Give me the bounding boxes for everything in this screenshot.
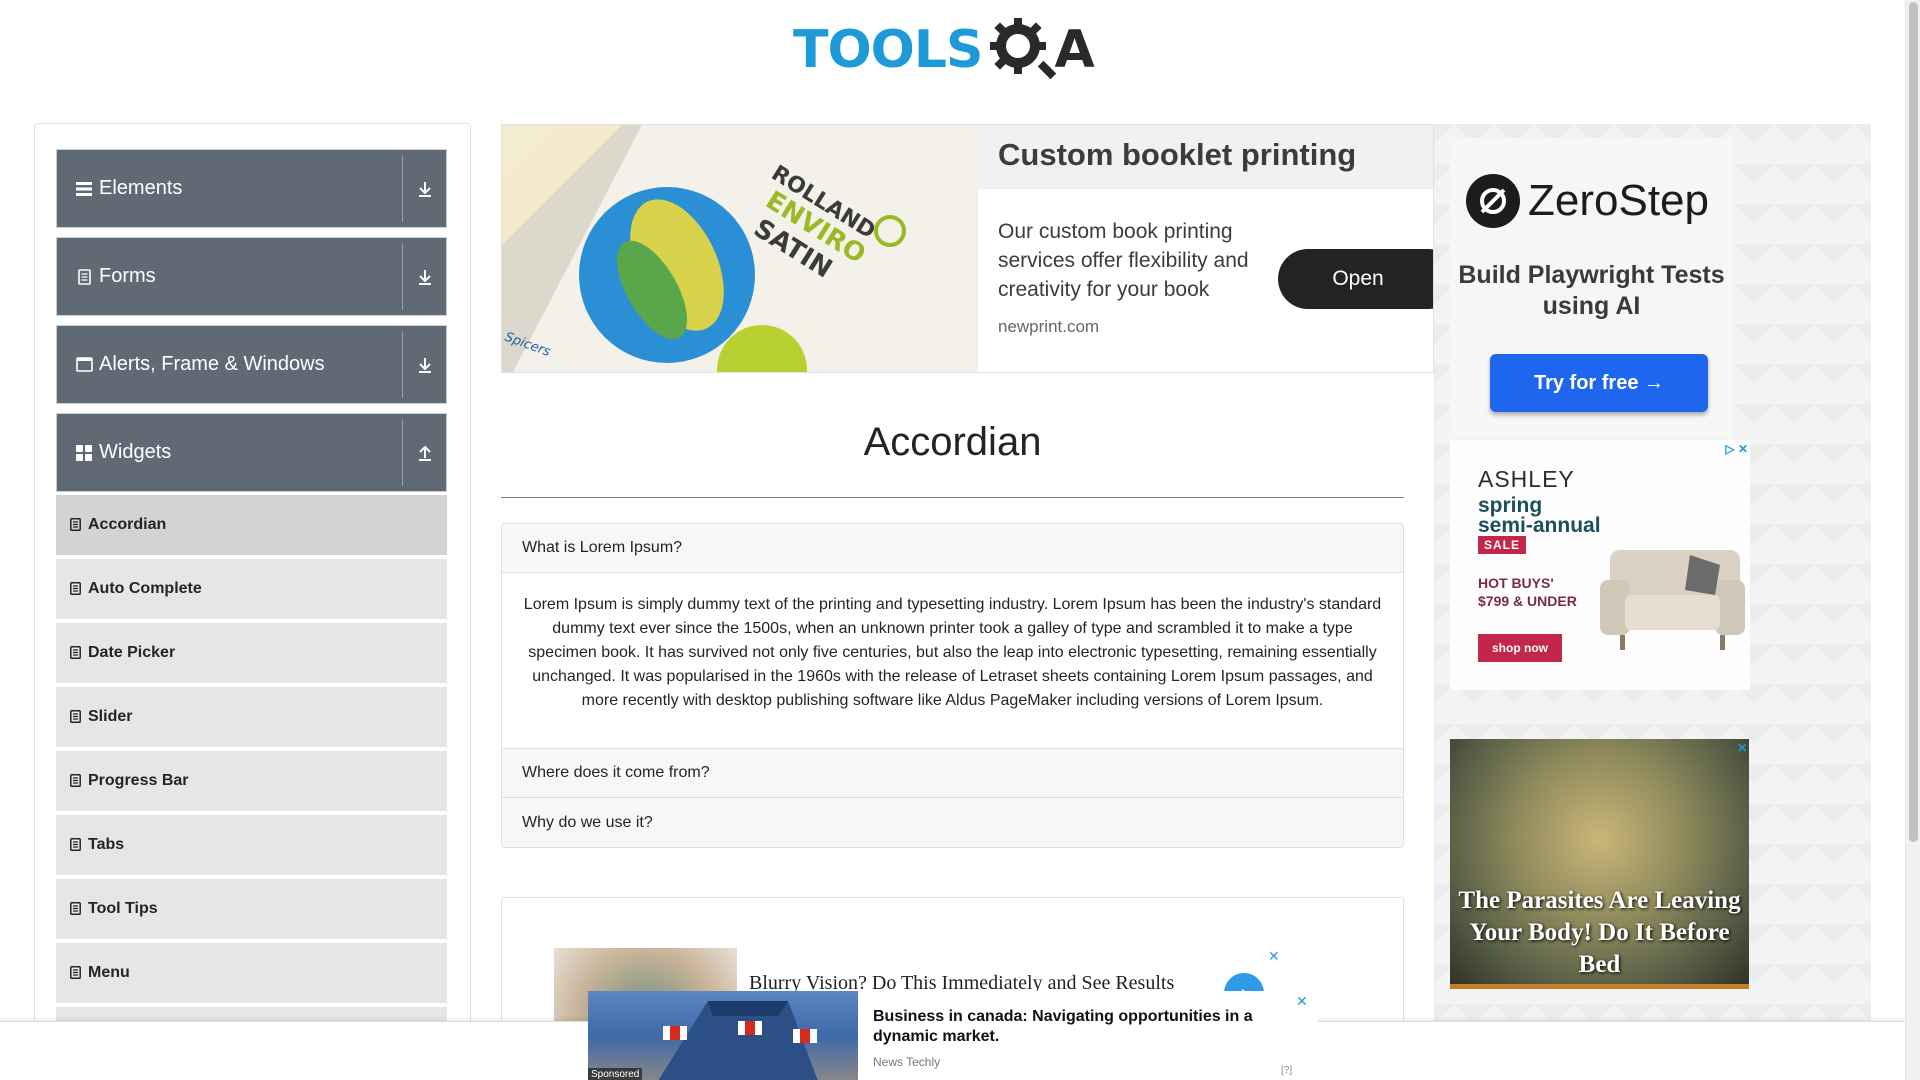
right-ad-column: ZeroStep Build Playwright Tests using AI… bbox=[1434, 124, 1871, 1080]
accordion-body-1: Lorem Ipsum is simply dummy text of the … bbox=[502, 573, 1403, 749]
list-doc-icon bbox=[70, 646, 82, 660]
sidebar-item-date-picker[interactable]: Date Picker bbox=[56, 623, 447, 685]
page-title: Accordian bbox=[863, 420, 1042, 464]
ad-domain[interactable]: newprint.com bbox=[998, 317, 1099, 337]
document-icon bbox=[75, 268, 93, 286]
zerostep-logo-icon bbox=[1466, 174, 1520, 228]
ashley-hot-buys: HOT BUYS' $799 & UNDER bbox=[1478, 574, 1577, 610]
download-arrow-icon[interactable] bbox=[403, 269, 446, 285]
ad-description: Our custom book printing services offer … bbox=[998, 220, 1249, 301]
parasite-ad[interactable]: ✕ The Parasites Are Leaving Your Body! D… bbox=[1450, 739, 1749, 989]
sidebar-group-forms[interactable]: Forms bbox=[56, 237, 447, 316]
window-icon bbox=[75, 356, 93, 374]
sidebar-group-alerts[interactable]: Alerts, Frame & Windows bbox=[56, 325, 447, 404]
scrollbar-thumb[interactable] bbox=[1909, 2, 1918, 842]
sponsored-label: Sponsored bbox=[588, 1068, 643, 1080]
hot-line1: HOT BUYS' bbox=[1478, 575, 1554, 591]
zerostep-name: ZeroStep bbox=[1528, 176, 1709, 225]
sticky-footer-ad: Sponsored Business in canada: Navigating… bbox=[0, 991, 1905, 1080]
hot-line2: $799 & UNDER bbox=[1478, 593, 1577, 609]
ashley-line2: semi-annual bbox=[1478, 514, 1601, 537]
booklet-image: ROLLAND ENVIRO SATIN Spicers bbox=[502, 125, 978, 372]
close-icon[interactable]: ✕ bbox=[1737, 741, 1747, 755]
menu-label: Auto Complete bbox=[88, 580, 202, 597]
group-label: Alerts, Frame & Windows bbox=[99, 353, 325, 375]
upload-arrow-icon[interactable] bbox=[403, 445, 446, 461]
parasite-headline: The Parasites Are Leaving Your Body! Do … bbox=[1458, 887, 1741, 978]
sidebar-group-elements[interactable]: Elements bbox=[56, 149, 447, 228]
zerostep-ad[interactable]: ZeroStep Build Playwright Tests using AI… bbox=[1450, 138, 1733, 438]
ashley-line1: spring bbox=[1478, 494, 1543, 517]
list-doc-icon bbox=[70, 838, 82, 852]
accordion-header-2[interactable]: Where does it come from? bbox=[502, 749, 1403, 798]
sticky-ad-title[interactable]: Business in canada: Navigating opportuni… bbox=[873, 1007, 1273, 1047]
gear-magnifier-icon bbox=[990, 18, 1057, 80]
accordion-header-3[interactable]: Why do we use it? bbox=[502, 798, 1403, 847]
ashley-logo: ASHLEY bbox=[1478, 466, 1575, 492]
sale-badge: SALE bbox=[1478, 536, 1527, 554]
group-label: Widgets bbox=[99, 441, 172, 463]
list-doc-icon bbox=[70, 774, 82, 788]
shop-now-button[interactable]: shop now bbox=[1478, 634, 1562, 662]
sticky-ad-card[interactable]: Sponsored Business in canada: Navigating… bbox=[588, 991, 1318, 1080]
page-scrollbar[interactable] bbox=[1905, 0, 1920, 1080]
download-arrow-icon[interactable] bbox=[403, 181, 446, 197]
title-divider bbox=[501, 497, 1404, 498]
ashley-ad[interactable]: ▷ ✕ ASHLEY spring semi-annual SALE HOT B… bbox=[1450, 440, 1750, 690]
menu-label: Slider bbox=[88, 708, 133, 725]
list-doc-icon bbox=[70, 902, 82, 916]
sticky-ad-source: News Techly bbox=[873, 1055, 941, 1069]
booklet-ad[interactable]: ROLLAND ENVIRO SATIN Spicers Custom book… bbox=[501, 124, 1434, 373]
ad-info-icon[interactable]: [?] bbox=[1281, 1065, 1292, 1076]
group-label: Forms bbox=[99, 265, 156, 287]
ashley-headline: spring semi-annual bbox=[1478, 494, 1601, 537]
group-label: Elements bbox=[99, 177, 183, 199]
sofa-image bbox=[1600, 550, 1745, 650]
accordion: What is Lorem Ipsum? Lorem Ipsum is simp… bbox=[501, 523, 1404, 848]
ad-title[interactable]: Custom booklet printing bbox=[998, 137, 1356, 173]
menu-label: Progress Bar bbox=[88, 772, 189, 789]
list-doc-icon bbox=[70, 518, 82, 532]
sidebar-item-auto-complete[interactable]: Auto Complete bbox=[56, 559, 447, 621]
logo-text: TOOLS bbox=[793, 20, 983, 80]
zerostep-tagline: Build Playwright Tests using AI bbox=[1458, 261, 1725, 320]
hamburger-icon bbox=[75, 180, 93, 198]
list-doc-icon bbox=[70, 966, 82, 980]
ad-title-bar: Custom booklet printing bbox=[978, 125, 1433, 189]
accordion-header-1[interactable]: What is Lorem Ipsum? bbox=[502, 524, 1403, 573]
menu-label: Menu bbox=[88, 964, 130, 981]
sidebar-item-menu[interactable]: Menu bbox=[56, 943, 447, 1005]
site-header: TOOLS A bbox=[0, 0, 1905, 100]
grid-icon bbox=[75, 444, 93, 462]
sidebar: Elements Forms Alerts, Frame & Windows W… bbox=[34, 123, 471, 1080]
menu-label: Tool Tips bbox=[88, 900, 158, 917]
sidebar-group-widgets[interactable]: Widgets bbox=[56, 413, 447, 492]
adchoices-icon[interactable]: ▷ ✕ bbox=[1725, 442, 1748, 456]
ad-accent-bar bbox=[1450, 984, 1749, 989]
logo-letter: A bbox=[1054, 20, 1095, 80]
menu-label: Accordian bbox=[88, 516, 167, 533]
download-arrow-icon[interactable] bbox=[403, 357, 446, 373]
menu-label: Date Picker bbox=[88, 644, 176, 661]
zerostep-logo: ZeroStep bbox=[1466, 174, 1709, 228]
close-icon[interactable]: ✕ bbox=[1268, 948, 1280, 965]
sidebar-item-tabs[interactable]: Tabs bbox=[56, 815, 447, 877]
toolsqa-logo[interactable]: TOOLS A bbox=[793, 14, 1095, 86]
list-doc-icon bbox=[70, 582, 82, 596]
sidebar-item-progress-bar[interactable]: Progress Bar bbox=[56, 751, 447, 813]
sidebar-item-accordian[interactable]: Accordian bbox=[56, 495, 447, 557]
try-free-button[interactable]: Try for free → bbox=[1490, 354, 1708, 412]
list-doc-icon bbox=[70, 710, 82, 724]
close-icon[interactable]: ✕ bbox=[1296, 993, 1308, 1010]
menu-label: Tabs bbox=[88, 836, 125, 853]
sidebar-item-tool-tips[interactable]: Tool Tips bbox=[56, 879, 447, 941]
sidebar-item-slider[interactable]: Slider bbox=[56, 687, 447, 749]
ad-open-button[interactable]: Open bbox=[1278, 249, 1433, 309]
canada-building-image: Sponsored bbox=[588, 991, 858, 1080]
